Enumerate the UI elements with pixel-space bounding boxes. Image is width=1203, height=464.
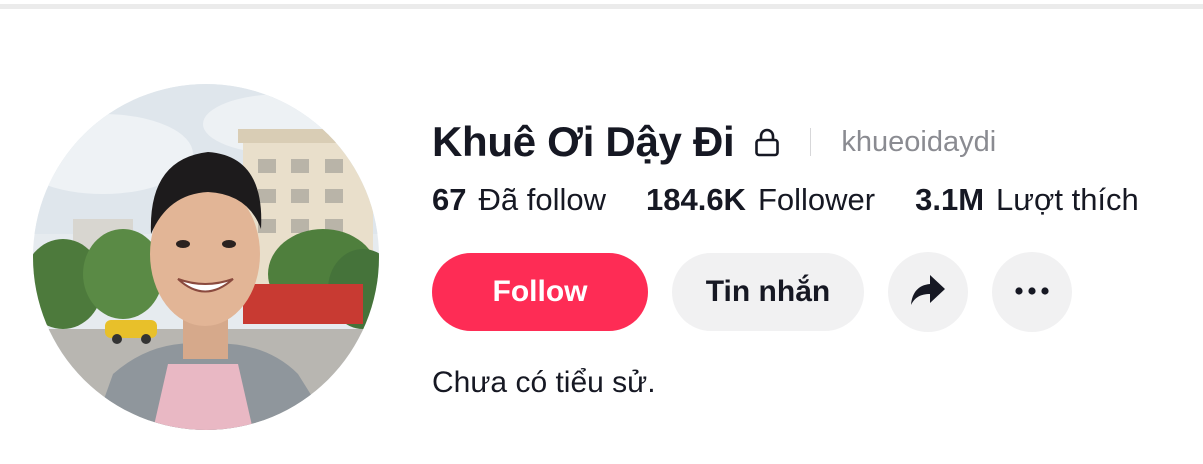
lock-icon [752,125,782,159]
stat-following[interactable]: 67 Đã follow [432,182,606,218]
stats-row: 67 Đã follow 184.6K Follower 3.1M Lượt t… [432,182,1192,226]
stat-label: Follower [757,182,876,217]
more-dots-icon [1014,283,1050,301]
stat-value: 184.6K [645,182,746,217]
top-bar [0,0,1203,12]
username: khueoidaydi [841,125,997,158]
stat-likes: 3.1M Lượt thích [915,182,1139,218]
stat-label: Đã follow [478,182,606,217]
share-button[interactable] [888,252,968,332]
name-divider [810,128,812,156]
share-arrow-icon [909,273,947,312]
stat-value: 67 [432,182,467,217]
avatar-photo [33,84,379,430]
more-button[interactable] [992,252,1072,332]
message-button[interactable]: Tin nhắn [672,253,864,331]
action-buttons: Follow Tin nhắn [432,252,1192,332]
top-divider [0,4,1203,9]
profile-info: Khuê Ơi Dậy Đi khueoidaydi 67 Đã follow … [432,112,1192,400]
display-name: Khuê Ơi Dậy Đi [432,118,735,165]
stat-label: Lượt thích [996,182,1139,217]
follow-button[interactable]: Follow [432,253,648,331]
name-row: Khuê Ơi Dậy Đi khueoidaydi [432,112,1192,172]
stat-followers[interactable]: 184.6K Follower [646,182,875,218]
stat-value: 3.1M [915,182,985,217]
bio-text: Chưa có tiểu sử. [432,366,656,399]
avatar[interactable] [33,84,379,430]
